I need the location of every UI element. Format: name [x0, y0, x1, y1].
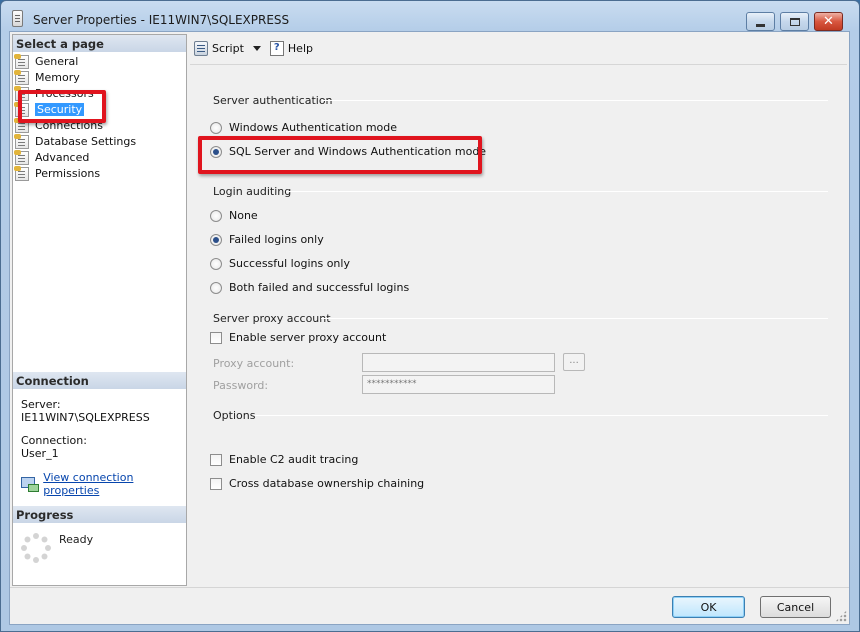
option-label: Windows Authentication mode: [229, 121, 398, 134]
server-value: IE11WIN7\SQLEXPRESS: [21, 411, 150, 424]
server-label: Server:: [21, 398, 61, 411]
cross-db-chaining-option[interactable]: Cross database ownership chaining: [210, 477, 424, 490]
group-divider: [322, 100, 828, 101]
option-label: Cross database ownership chaining: [229, 477, 425, 490]
radio-button[interactable]: [210, 281, 222, 294]
minimize-icon: [756, 23, 765, 27]
script-button[interactable]: Script: [190, 40, 244, 56]
option-label: Both failed and successful logins: [229, 281, 410, 294]
group-divider: [286, 191, 828, 192]
connection-value: User_1: [21, 447, 59, 460]
maximize-button[interactable]: [780, 12, 809, 31]
page-item-connections[interactable]: Connections: [14, 117, 103, 133]
script-dropdown-icon[interactable]: [252, 45, 261, 51]
page-item-database-settings[interactable]: Database Settings: [14, 133, 137, 149]
page-wrench-icon: [14, 117, 29, 133]
view-connection-properties-link[interactable]: View connection properties: [43, 471, 186, 497]
page-wrench-icon: [14, 133, 29, 149]
checkbox[interactable]: [210, 453, 222, 466]
audit-successful-option[interactable]: Successful logins only: [210, 257, 350, 270]
progress-header: Progress: [13, 506, 186, 523]
page-item-label: Memory: [35, 71, 80, 84]
minimize-button[interactable]: [746, 12, 775, 31]
group-divider: [321, 318, 828, 319]
page-item-security[interactable]: Security: [14, 101, 85, 117]
server-properties-window: Server Properties - IE11WIN7\SQLEXPRESS …: [0, 0, 860, 632]
page-item-label: Processors: [35, 87, 94, 100]
page-wrench-icon: [14, 53, 29, 69]
group-divider: [255, 415, 828, 416]
proxy-account-label: Proxy account:: [213, 357, 295, 370]
password-label: Password:: [213, 379, 269, 392]
radio-button[interactable]: [210, 233, 222, 246]
option-label: Enable C2 audit tracing: [229, 453, 359, 466]
window-title: Server Properties - IE11WIN7\SQLEXPRESS: [33, 13, 290, 27]
page-wrench-icon: [14, 85, 29, 101]
script-icon: [194, 40, 208, 56]
option-label: Enable server proxy account: [229, 331, 387, 344]
toolbar-separator: [190, 64, 847, 65]
progress-status: Ready: [59, 533, 94, 546]
document-icon: [12, 10, 23, 27]
server-proxy-header: Server proxy account: [213, 312, 331, 325]
page-wrench-icon: [14, 69, 29, 85]
view-connection-properties[interactable]: View connection properties: [21, 471, 186, 497]
page-item-label: General: [35, 55, 79, 68]
option-label: SQL Server and Windows Authentication mo…: [229, 145, 487, 158]
help-icon: [269, 40, 284, 56]
option-label: None: [229, 209, 258, 222]
radio-button[interactable]: [210, 145, 222, 158]
radio-button[interactable]: [210, 209, 222, 222]
maximize-icon: [789, 17, 800, 26]
browse-proxy-button[interactable]: ...: [563, 353, 585, 371]
page-item-memory[interactable]: Memory: [14, 69, 80, 85]
page-item-advanced[interactable]: Advanced: [14, 149, 90, 165]
cancel-button[interactable]: Cancel: [760, 596, 831, 618]
radio-button[interactable]: [210, 257, 222, 270]
script-label: Script: [212, 41, 244, 55]
sql-windows-auth-option[interactable]: SQL Server and Windows Authentication mo…: [210, 145, 486, 158]
page-wrench-icon: [14, 149, 29, 165]
checkbox[interactable]: [210, 331, 222, 344]
page-item-permissions[interactable]: Permissions: [14, 165, 101, 181]
toolbar: Script Help: [190, 34, 847, 62]
password-input[interactable]: ***********: [362, 375, 555, 394]
close-button[interactable]: ✕: [814, 12, 843, 31]
option-label: Successful logins only: [229, 257, 350, 270]
page-item-label: Advanced: [35, 151, 90, 164]
connection-header: Connection: [13, 372, 186, 389]
help-label: Help: [287, 41, 313, 55]
page-item-label: Permissions: [35, 167, 101, 180]
audit-both-option[interactable]: Both failed and successful logins: [210, 281, 409, 294]
server-authentication-header: Server authentication: [213, 94, 333, 107]
close-icon: ✕: [823, 14, 834, 29]
checkbox[interactable]: [210, 477, 222, 490]
page-item-processors[interactable]: Processors: [14, 85, 94, 101]
c2-audit-option[interactable]: Enable C2 audit tracing: [210, 453, 358, 466]
left-panel: Select a page General Memory Processors …: [12, 34, 187, 586]
audit-failed-option[interactable]: Failed logins only: [210, 233, 324, 246]
page-wrench-icon: [14, 165, 29, 181]
windows-auth-option[interactable]: Windows Authentication mode: [210, 121, 397, 134]
page-item-label: Database Settings: [35, 135, 137, 148]
option-label: Failed logins only: [229, 233, 324, 246]
login-auditing-header: Login auditing: [213, 185, 292, 198]
proxy-account-input[interactable]: [362, 353, 555, 372]
enable-proxy-option[interactable]: Enable server proxy account: [210, 331, 386, 344]
select-page-header: Select a page: [13, 35, 186, 52]
progress-spinner-icon: [21, 533, 51, 563]
options-header: Options: [213, 409, 256, 422]
connection-label: Connection:: [21, 434, 87, 447]
page-item-label: Security: [35, 103, 85, 116]
page-wrench-icon: [14, 101, 29, 117]
page-item-general[interactable]: General: [14, 53, 79, 69]
ok-button[interactable]: OK: [672, 596, 745, 618]
radio-button[interactable]: [210, 121, 222, 134]
help-button[interactable]: Help: [269, 40, 313, 56]
connection-properties-icon: [21, 477, 40, 492]
dialog-client-area: Select a page General Memory Processors …: [9, 31, 850, 625]
page-item-label: Connections: [35, 119, 103, 132]
audit-none-option[interactable]: None: [210, 209, 258, 222]
